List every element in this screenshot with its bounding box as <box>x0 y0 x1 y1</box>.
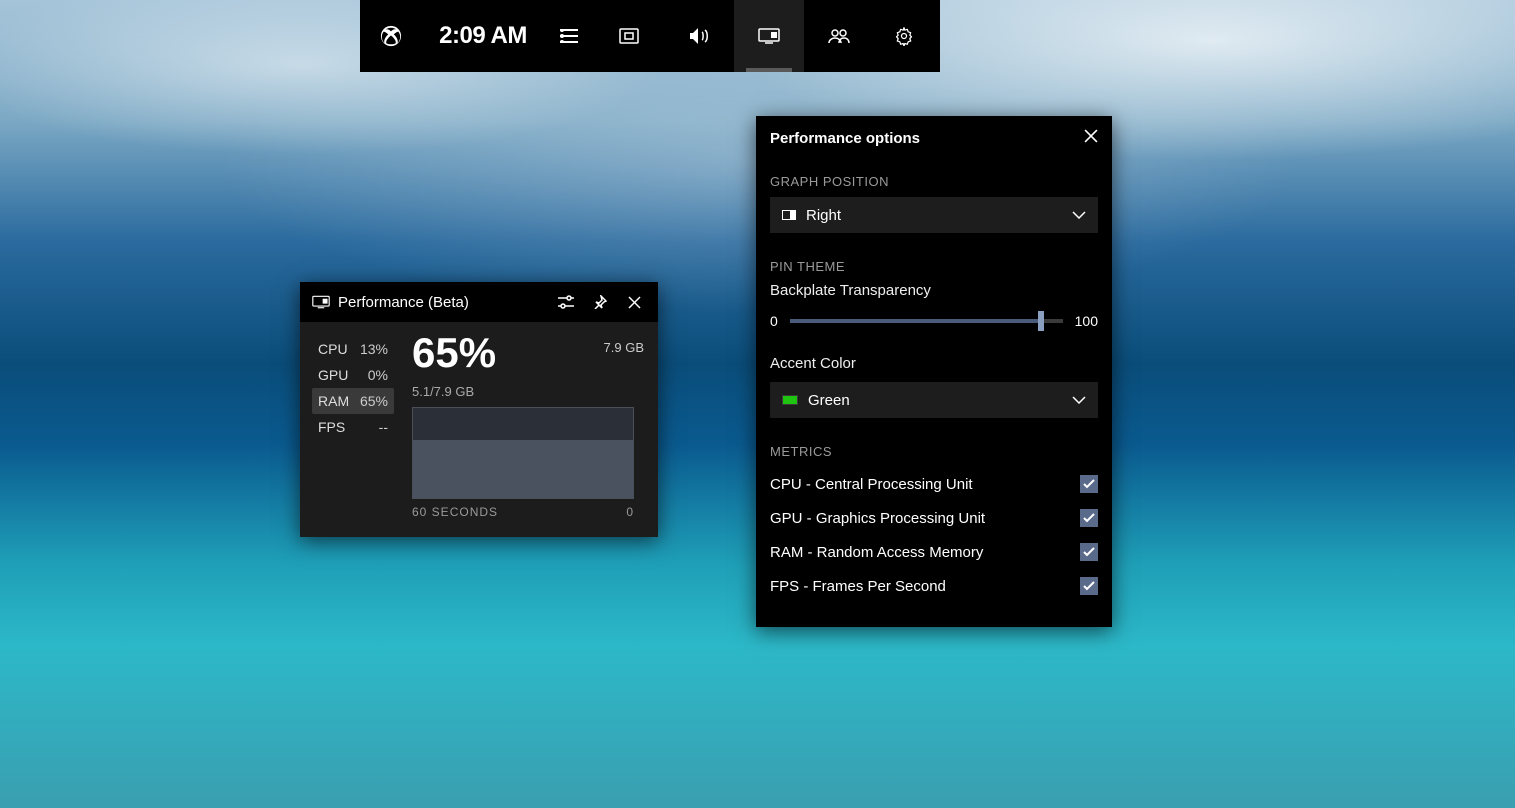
metric-toggle-label: GPU - Graphics Processing Unit <box>770 510 985 527</box>
menu-icon <box>560 29 578 43</box>
axis-right-label: 0 <box>626 505 634 519</box>
slider-thumb[interactable] <box>1038 311 1044 331</box>
metric-value: 65% <box>360 393 388 409</box>
metric-toggle-gpu[interactable]: GPU - Graphics Processing Unit <box>770 501 1098 535</box>
metric-gpu[interactable]: GPU 0% <box>312 362 394 388</box>
metric-label: GPU <box>318 367 348 383</box>
widget-title-text: Performance (Beta) <box>338 294 469 311</box>
checkbox-checked-icon <box>1080 543 1098 561</box>
metric-toggle-fps[interactable]: FPS - Frames Per Second <box>770 569 1098 603</box>
performance-widget: Performance (Beta) CPU 13% GPU 0% RAM 65… <box>300 282 658 537</box>
checkbox-checked-icon <box>1080 577 1098 595</box>
accent-color-label: Accent Color <box>770 355 1098 372</box>
widgets-menu-button[interactable] <box>544 0 594 72</box>
clock: 2:09 AM <box>422 0 544 72</box>
pin-icon <box>593 295 607 309</box>
selected-metric-big-value: 65% <box>412 332 496 374</box>
close-icon <box>1084 129 1098 143</box>
performance-widget-title: Performance (Beta) <box>312 294 546 311</box>
metric-label: CPU <box>318 341 348 357</box>
performance-icon <box>758 28 780 44</box>
performance-button[interactable] <box>734 0 804 72</box>
metrics-section-label: METRICS <box>770 444 1098 459</box>
sliders-icon <box>558 295 574 309</box>
chevron-down-icon <box>1072 391 1086 409</box>
performance-widget-header[interactable]: Performance (Beta) <box>300 282 658 322</box>
capture-button[interactable] <box>594 0 664 72</box>
social-button[interactable] <box>804 0 874 72</box>
metric-toggle-label: FPS - Frames Per Second <box>770 578 946 595</box>
metric-value: 13% <box>360 341 388 357</box>
dropdown-value: Green <box>808 392 1086 409</box>
selected-metric-sub-value: 5.1/7.9 GB <box>412 384 496 399</box>
metric-toggle-cpu[interactable]: CPU - Central Processing Unit <box>770 467 1098 501</box>
accent-color-dropdown[interactable]: Green <box>770 382 1098 418</box>
options-header: Performance options <box>756 116 1112 160</box>
checkbox-checked-icon <box>1080 509 1098 527</box>
metric-value: 0% <box>368 367 388 383</box>
performance-icon <box>312 295 330 309</box>
performance-options-panel: Performance options GRAPH POSITION Right… <box>756 116 1112 627</box>
close-icon <box>628 296 641 309</box>
metric-ram[interactable]: RAM 65% <box>312 388 394 414</box>
graph-axis: 60 SECONDS 0 <box>412 505 634 519</box>
metric-cpu[interactable]: CPU 13% <box>312 336 394 362</box>
metric-toggle-ram[interactable]: RAM - Random Access Memory <box>770 535 1098 569</box>
transparency-label: Backplate Transparency <box>770 282 1098 299</box>
checkbox-checked-icon <box>1080 475 1098 493</box>
selected-metric-total: 7.9 GB <box>590 340 644 355</box>
dropdown-value: Right <box>806 207 1086 224</box>
capture-icon <box>619 28 639 44</box>
metric-label: FPS <box>318 419 345 435</box>
transparency-slider[interactable] <box>790 319 1063 323</box>
audio-button[interactable] <box>664 0 734 72</box>
metric-label: RAM <box>318 393 349 409</box>
color-swatch-icon <box>782 395 798 405</box>
audio-icon <box>688 27 710 45</box>
graph-position-dropdown[interactable]: Right <box>770 197 1098 233</box>
pin-theme-label: PIN THEME <box>770 259 1098 274</box>
options-title: Performance options <box>770 130 920 147</box>
metrics-list: CPU 13% GPU 0% RAM 65% FPS -- <box>312 336 394 519</box>
options-close-button[interactable] <box>1084 129 1098 147</box>
pin-button[interactable] <box>586 288 614 316</box>
metric-value: -- <box>379 419 388 435</box>
position-swatch-icon <box>782 210 796 220</box>
close-button[interactable] <box>620 288 648 316</box>
slider-max-label: 100 <box>1075 313 1098 329</box>
metric-fps[interactable]: FPS -- <box>312 414 394 440</box>
game-bar-topbar: 2:09 AM <box>360 0 940 72</box>
metric-toggle-label: CPU - Central Processing Unit <box>770 476 973 493</box>
xbox-icon <box>380 25 402 47</box>
axis-left-label: 60 SECONDS <box>412 505 498 519</box>
metric-toggle-label: RAM - Random Access Memory <box>770 544 983 561</box>
settings-button[interactable] <box>874 0 934 72</box>
widget-options-button[interactable] <box>552 288 580 316</box>
social-icon <box>828 28 850 44</box>
graph-position-label: GRAPH POSITION <box>770 174 1098 189</box>
gear-icon <box>894 26 914 46</box>
slider-min-label: 0 <box>770 313 778 329</box>
graph-fill <box>413 440 633 499</box>
xbox-button[interactable] <box>360 0 422 72</box>
chevron-down-icon <box>1072 206 1086 224</box>
metric-graph <box>412 407 634 499</box>
